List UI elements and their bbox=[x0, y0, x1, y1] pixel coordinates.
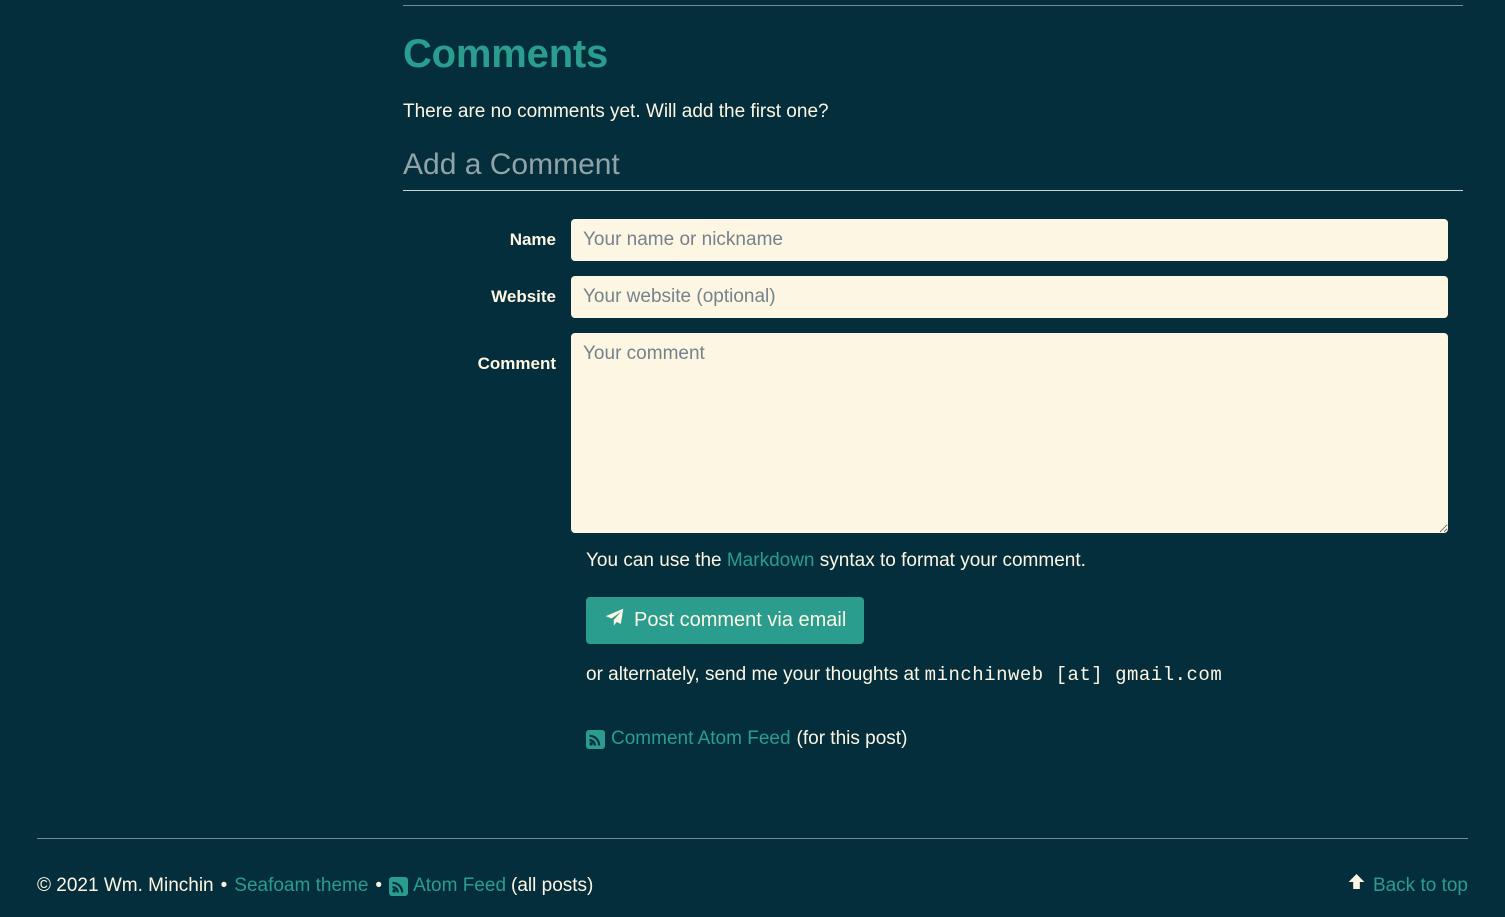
markdown-note-prefix: You can use the bbox=[586, 550, 727, 571]
email-address: minchinweb [at] gmail.com bbox=[924, 664, 1223, 686]
markdown-note-suffix: syntax to format your comment. bbox=[814, 550, 1086, 571]
comment-label: Comment bbox=[477, 354, 556, 373]
comment-feed-line: Comment Atom Feed (for this post) bbox=[586, 726, 1463, 752]
footer-atom-feed-link[interactable]: Atom Feed bbox=[413, 872, 506, 900]
rss-icon bbox=[389, 876, 409, 896]
back-to-top-label: Back to top bbox=[1372, 875, 1468, 896]
website-input[interactable] bbox=[571, 276, 1448, 318]
website-field-wrap bbox=[571, 276, 1463, 318]
back-to-top-link[interactable]: Back to top bbox=[1347, 872, 1468, 900]
arrow-up-icon bbox=[1347, 872, 1366, 900]
footer-separator-1: • bbox=[220, 875, 228, 896]
post-comment-button-label: Post comment via email bbox=[634, 609, 847, 631]
comments-section: Comments There are no comments yet. Will… bbox=[403, 0, 1463, 752]
page-root: Comments There are no comments yet. Will… bbox=[0, 0, 1505, 917]
name-input[interactable] bbox=[571, 219, 1448, 261]
footer-separator-2: • bbox=[375, 875, 383, 896]
theme-link[interactable]: Seafoam theme bbox=[234, 872, 368, 900]
markdown-note: You can use the Markdown syntax to forma… bbox=[586, 548, 1463, 574]
footer-atom-feed-suffix: (all posts) bbox=[511, 875, 594, 896]
name-row: Name bbox=[403, 219, 1463, 261]
post-comment-button[interactable]: Post comment via email bbox=[586, 597, 865, 644]
website-row: Website bbox=[403, 276, 1463, 318]
no-comments-message: There are no comments yet. Will add the … bbox=[403, 101, 829, 122]
comment-atom-feed-link[interactable]: Comment Atom Feed bbox=[611, 726, 791, 752]
comment-row: Comment bbox=[403, 333, 1463, 533]
footer: © 2021 Wm. Minchin • Seafoam theme • Ato… bbox=[37, 872, 1468, 900]
name-label: Name bbox=[509, 230, 556, 249]
rss-icon bbox=[586, 729, 605, 749]
copyright-text: © 2021 Wm. Minchin bbox=[37, 875, 214, 896]
comment-form: Name Website Comment You can use the Mar… bbox=[403, 219, 1463, 752]
comment-field-wrap bbox=[571, 333, 1463, 533]
add-comment-heading: Add a Comment bbox=[403, 146, 1463, 191]
comment-textarea[interactable] bbox=[571, 333, 1448, 533]
email-note-prefix: or alternately, send me your thoughts at bbox=[586, 664, 925, 685]
comment-atom-feed-suffix: (for this post) bbox=[796, 728, 908, 749]
name-field-wrap bbox=[571, 219, 1463, 261]
website-label: Website bbox=[491, 287, 556, 306]
footer-divider bbox=[37, 838, 1468, 839]
footer-left: © 2021 Wm. Minchin • Seafoam theme • Ato… bbox=[37, 872, 593, 900]
paper-plane-icon bbox=[604, 607, 625, 634]
page-title: Comments bbox=[403, 32, 609, 76]
section-divider bbox=[403, 5, 1463, 6]
email-note: or alternately, send me your thoughts at… bbox=[586, 662, 1463, 688]
markdown-link[interactable]: Markdown bbox=[727, 550, 815, 571]
